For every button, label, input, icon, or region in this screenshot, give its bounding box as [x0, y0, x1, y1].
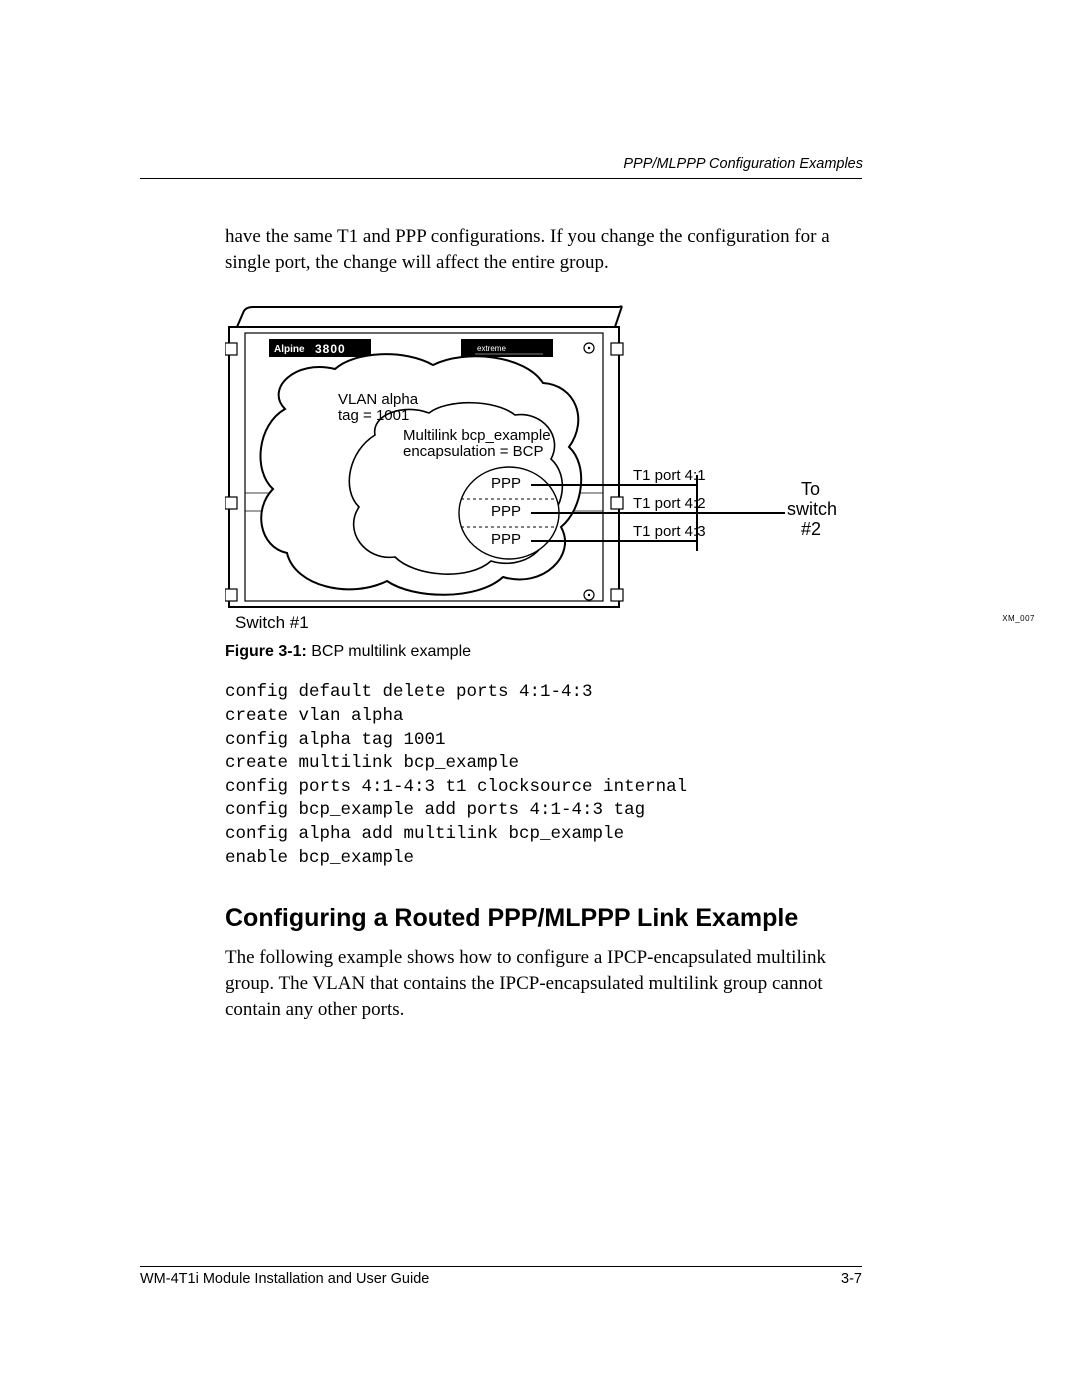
ppp-label-2: PPP	[491, 503, 521, 521]
t1-port-1-label: T1 port 4:1	[633, 467, 706, 485]
figure-number: Figure 3-1:	[225, 643, 307, 660]
figure-bcp-multilink: Alpine 3800 extreme	[225, 299, 865, 639]
figure-caption: Figure 3-1: BCP multilink example	[225, 643, 863, 661]
page: PPP/MLPPP Configuration Examples have th…	[0, 0, 1080, 1397]
intro-paragraph: have the same T1 and PPP configurations.…	[225, 224, 863, 275]
figure-code: XM_007	[1002, 614, 1035, 623]
to-switch-line2: switch	[787, 499, 837, 521]
running-head: PPP/MLPPP Configuration Examples	[623, 156, 863, 172]
diagram-svg: Alpine 3800 extreme	[225, 299, 865, 631]
t1-port-3-label: T1 port 4:3	[633, 523, 706, 541]
vlan-label-line2: tag = 1001	[338, 407, 409, 425]
t1-port-2-label: T1 port 4:2	[633, 495, 706, 513]
switch-1-label: Switch #1	[235, 613, 309, 633]
section-body: The following example shows how to confi…	[225, 945, 863, 1022]
ppp-label-1: PPP	[491, 475, 521, 493]
figure-caption-text: BCP multilink example	[311, 643, 471, 660]
config-code-block: config default delete ports 4:1-4:3 crea…	[225, 681, 863, 870]
page-footer: WM-4T1i Module Installation and User Gui…	[140, 1266, 862, 1287]
header-rule	[140, 178, 862, 179]
svg-text:3800: 3800	[315, 342, 346, 356]
footer-rule	[140, 1266, 862, 1267]
to-switch-line1: To	[801, 479, 820, 501]
to-switch-line3: #2	[801, 519, 821, 541]
ppp-label-3: PPP	[491, 531, 521, 549]
svg-text:Alpine: Alpine	[274, 344, 305, 355]
svg-text:extreme: extreme	[477, 344, 506, 353]
section-heading: Configuring a Routed PPP/MLPPP Link Exam…	[225, 904, 863, 933]
footer-right: 3-7	[841, 1271, 862, 1287]
footer-left: WM-4T1i Module Installation and User Gui…	[140, 1271, 429, 1287]
multilink-label-line2: encapsulation = BCP	[403, 443, 544, 461]
